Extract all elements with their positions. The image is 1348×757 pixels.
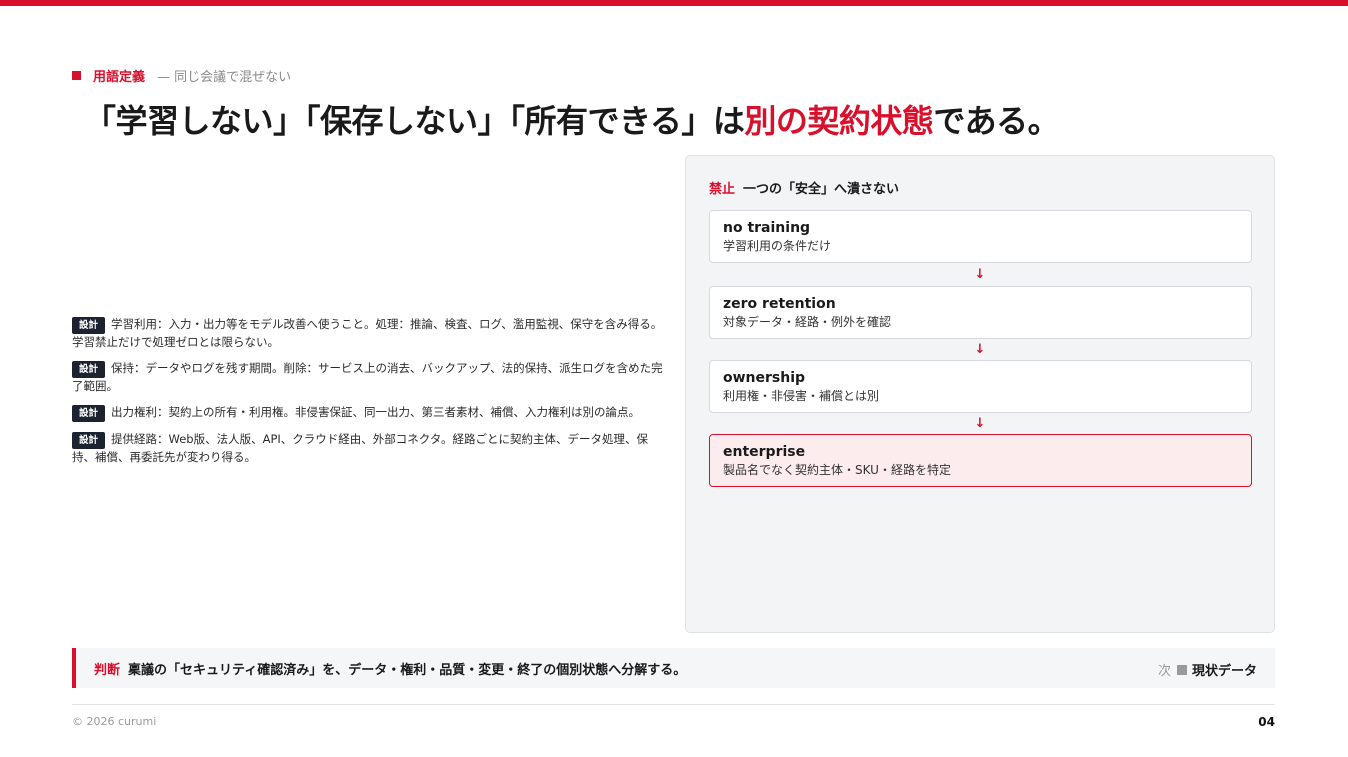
copyright: © 2026 curumi	[72, 715, 157, 728]
note-tag: 設計	[72, 361, 106, 378]
next-prefix: 次	[1157, 664, 1171, 679]
next-title: 現状データ	[1191, 664, 1257, 679]
step-desc: 学習利用の条件だけ	[723, 239, 832, 253]
note-tag: 設計	[72, 405, 106, 422]
step-desc: 対象データ・経路・例外を確認	[723, 315, 892, 329]
section-label: 用語定義 — 同じ会議で混ぜない	[72, 66, 291, 85]
down-arrow-icon: ↓	[974, 416, 986, 431]
design-notes: 設計 学習利用：入力・出力等をモデル改善へ使うこと。処理：推論、検査、ログ、濫用監…	[72, 316, 666, 475]
down-arrow-icon: ↓	[974, 342, 986, 357]
step-box-ownership: ownership 利用権・非侵害・補償とは別	[709, 360, 1252, 413]
note-text: 学習利用：入力・出力等をモデル改善へ使うこと。処理：推論、検査、ログ、濫用監視、…	[72, 317, 663, 349]
section-kicker: 用語定義	[93, 70, 146, 85]
step-title: ownership	[723, 370, 806, 386]
note-text: 出力権利：契約上の所有・利用権。非侵害保証、同一出力、第三者素材、補償、入力権利…	[111, 405, 641, 419]
title-part-2: である。	[933, 102, 1060, 140]
step-title: no training	[723, 220, 811, 236]
footer-divider	[72, 704, 1275, 705]
note-text: 保持：データやログを残す期間。削除：サービス上の消去、バックアップ、法的保持、派…	[72, 361, 663, 393]
next-marker-square	[1176, 664, 1187, 675]
panel-label: 禁止	[709, 182, 736, 197]
panel-title: 禁止 一つの「安全」へ潰さない	[709, 178, 899, 197]
down-arrow-icon: ↓	[974, 267, 986, 282]
step-box-zero-retention: zero retention 対象データ・経路・例外を確認	[709, 286, 1252, 339]
note-item: 設計 学習利用：入力・出力等をモデル改善へ使うこと。処理：推論、検査、ログ、濫用監…	[72, 316, 666, 351]
step-title: enterprise	[723, 444, 806, 460]
step-title: zero retention	[723, 296, 836, 312]
page-number: 04	[1258, 715, 1275, 729]
note-text: 提供経路：Web版、法人版、API、クラウド経由、外部コネクタ。経路ごとに契約主…	[72, 432, 648, 464]
note-item: 設計 保持：データやログを残す期間。削除：サービス上の消去、バックアップ、法的保持…	[72, 360, 666, 395]
next-section-link[interactable]: 次 現状データ	[1158, 660, 1257, 679]
verdict-bar: 判断 稟議の「セキュリティ確認済み」を、データ・権利・品質・変更・終了の個別状態…	[72, 648, 1275, 688]
section-marker-square	[72, 71, 81, 80]
verdict-text: 稟議の「セキュリティ確認済み」を、データ・権利・品質・変更・終了の個別状態へ分解…	[128, 662, 687, 678]
note-item: 設計 提供経路：Web版、法人版、API、クラウド経由、外部コネクタ。経路ごとに契…	[72, 431, 666, 466]
step-desc: 利用権・非侵害・補償とは別	[723, 389, 880, 403]
page-title: 「学習しない」「保存しない」「所有できる」は別の契約状態である。	[84, 96, 1060, 142]
title-part-1: 「学習しない」「保存しない」「所有できる」は	[84, 102, 745, 140]
section-subtitle: — 同じ会議で混ぜない	[157, 70, 292, 85]
prohibition-panel: 禁止 一つの「安全」へ潰さない no training 学習利用の条件だけ ↓ z…	[685, 155, 1275, 633]
step-box-no-training: no training 学習利用の条件だけ	[709, 210, 1252, 263]
step-box-enterprise: enterprise 製品名でなく契約主体・SKU・経路を特定	[709, 434, 1252, 487]
step-desc: 製品名でなく契約主体・SKU・経路を特定	[723, 463, 951, 477]
note-item: 設計 出力権利：契約上の所有・利用権。非侵害保証、同一出力、第三者素材、補償、入力…	[72, 404, 666, 422]
panel-heading: 一つの「安全」へ潰さない	[743, 182, 900, 197]
title-accent: 別の契約状態	[744, 102, 934, 140]
verdict-label: 判断	[94, 662, 121, 678]
top-accent-bar	[0, 0, 1348, 6]
note-tag: 設計	[72, 432, 106, 449]
note-tag: 設計	[72, 317, 106, 334]
